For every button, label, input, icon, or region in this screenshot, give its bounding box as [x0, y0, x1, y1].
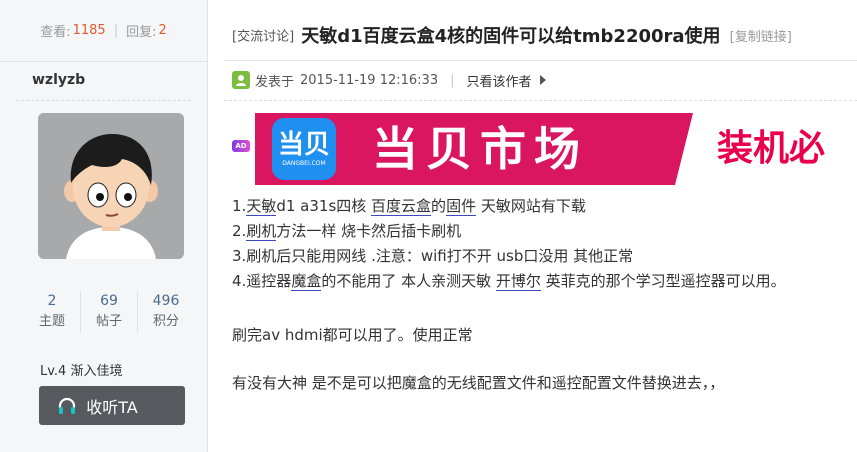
headphones-icon: [57, 396, 77, 420]
post-category[interactable]: [交流讨论]: [232, 30, 294, 45]
logo-text: 当贝: [277, 130, 330, 160]
meta-divider: |: [450, 72, 455, 88]
keyword-link[interactable]: 固件: [446, 197, 477, 216]
author-level: Lv.4 渐入佳境: [40, 364, 123, 379]
follow-button-label: 收听TA: [86, 397, 138, 417]
stat-points[interactable]: 496 积分: [138, 291, 194, 333]
content-paragraph-3: 有没有大神 是不是可以把魔盒的无线配置文件和遥控配置文件替换进去，，: [232, 374, 725, 392]
divider: [224, 60, 857, 61]
banner-text: 当贝市场: [372, 122, 588, 176]
ad-banner[interactable]: 当贝 DANGBEI.COM 当贝市场 装机必: [255, 113, 857, 185]
post-title-row: [交流讨论] 天敏d1百度云盒4核的固件可以给tmb2200ra使用 [复制链接…: [232, 22, 792, 48]
text: 的不能用了 本人亲测天敏: [321, 272, 496, 290]
stat-topics-label: 主题: [38, 314, 65, 329]
text: 1.: [232, 197, 247, 215]
logo-subtext: DANGBEI.COM: [282, 160, 326, 167]
views-count: 1185: [72, 23, 106, 38]
content-line-2: 2.刷机方法一样 烧卡然后插卡刷机: [232, 219, 786, 244]
post-meta: 发表于 2015-11-19 12:16:33 | 只看该作者: [232, 70, 546, 90]
replies-count: 2: [158, 23, 167, 38]
stat-posts-label: 帖子: [95, 314, 122, 329]
keyword-link[interactable]: 天敏: [246, 197, 277, 216]
thread-stats: 查看: 1185 | 回复: 2: [0, 0, 207, 62]
stat-topics[interactable]: 2 主题: [24, 291, 81, 333]
content-line-4: 4.遥控器魔盒的不能用了 本人亲测天敏 开博尔 英菲克的那个学习型遥控器可以用。: [232, 269, 786, 294]
content-line-3: 3.刷机后只能用网线 .注意：wifi打不开 usb口没用 其他正常: [232, 247, 634, 265]
ad-badge: AD: [232, 140, 250, 152]
post-title: 天敏d1百度云盒4核的固件可以给tmb2200ra使用: [301, 26, 721, 47]
play-triangle-icon: [539, 75, 546, 85]
only-author-link[interactable]: 只看该作者: [466, 71, 531, 90]
dangbei-logo-icon: 当贝 DANGBEI.COM: [272, 118, 336, 180]
stat-points-label: 积分: [152, 314, 179, 329]
text: 天敏网站有下载: [476, 197, 586, 215]
keyword-link[interactable]: 刷机: [246, 222, 277, 241]
text: d1 a31s四核: [276, 197, 372, 215]
banner-right-text: 装机必: [717, 128, 826, 169]
author-username[interactable]: wzlyzb: [32, 72, 85, 88]
content-paragraph-2: 刷完av hdmi都可以用了。使用正常: [232, 326, 473, 344]
copy-link-button[interactable]: [复制链接]: [730, 30, 792, 45]
posted-label: 发表于: [255, 74, 295, 90]
divider: [224, 100, 857, 101]
posted-time: 2015-11-19 12:16:33: [300, 72, 439, 88]
stats-divider: |: [113, 23, 119, 38]
content-line-1: 1.天敏d1 a31s四核 百度云盒的固件 天敏网站有下载: [232, 194, 786, 219]
stat-posts[interactable]: 69 帖子: [81, 291, 138, 333]
text: 方法一样 烧卡然后插卡刷机: [276, 222, 462, 240]
post-main: [交流讨论] 天敏d1百度云盒4核的固件可以给tmb2200ra使用 [复制链接…: [208, 0, 857, 452]
divider: [16, 100, 191, 101]
stat-topics-value: 2: [47, 293, 57, 309]
stat-posts-value: 69: [100, 293, 118, 309]
post-content: 1.天敏d1 a31s四核 百度云盒的固件 天敏网站有下载 2.刷机方法一样 烧…: [232, 194, 786, 396]
text: 4.遥控器: [232, 272, 292, 290]
online-status-icon: [232, 71, 250, 89]
cartoon-avatar-icon: [38, 113, 184, 259]
stat-points-value: 496: [152, 293, 180, 309]
follow-button[interactable]: 收听TA: [39, 386, 185, 425]
replies-label: 回复:: [126, 25, 157, 40]
author-stats: 2 主题 69 帖子 496 积分: [24, 291, 194, 333]
text: 的: [431, 197, 447, 215]
avatar[interactable]: [38, 113, 184, 259]
keyword-link[interactable]: 开博尔: [495, 272, 541, 291]
keyword-link[interactable]: 魔盒: [291, 272, 322, 291]
text: 2.: [232, 222, 247, 240]
keyword-link[interactable]: 百度云盒: [371, 197, 432, 216]
views-label: 查看:: [40, 25, 71, 40]
text: 英菲克的那个学习型遥控器可以用。: [540, 272, 786, 290]
author-sidebar: 查看: 1185 | 回复: 2 wzlyzb 2 主题 69 帖子 496 积…: [0, 0, 208, 452]
